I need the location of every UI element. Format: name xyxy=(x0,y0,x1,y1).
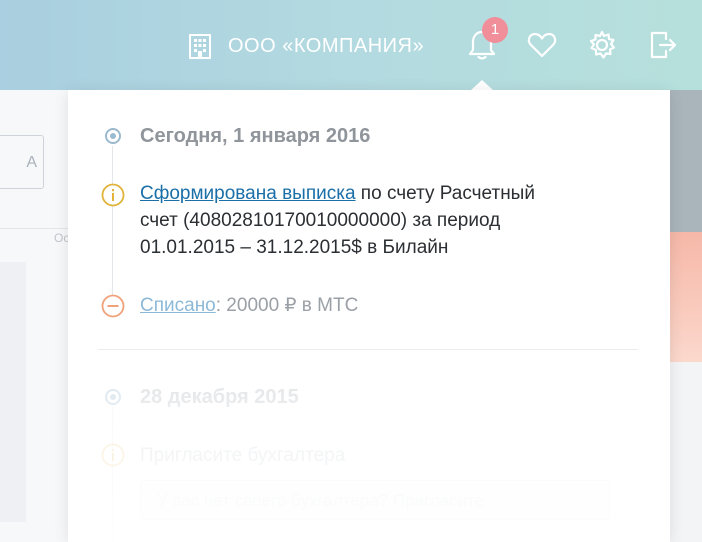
notification-text: по счету Расчетный xyxy=(355,183,535,204)
background-button[interactable]: А xyxy=(0,135,44,189)
notifications-dropdown: Сегодня, 1 января 2016 Сформирована выпи… xyxy=(68,90,670,542)
building-icon xyxy=(189,34,211,59)
notification-count-badge: 1 xyxy=(482,17,508,43)
timeline-line xyxy=(112,407,113,542)
dropdown-caret xyxy=(471,80,493,90)
company-name: ООО «КОМПАНИЯ» xyxy=(228,34,425,57)
info-icon xyxy=(101,443,125,467)
logout-icon[interactable] xyxy=(646,28,678,62)
background-card-accent xyxy=(670,232,702,362)
minus-circle-icon xyxy=(101,294,125,318)
group-divider xyxy=(98,349,638,350)
background-card-bottom xyxy=(670,362,702,542)
info-icon xyxy=(101,183,125,207)
background-divider xyxy=(0,228,70,229)
date-marker-icon xyxy=(105,389,121,405)
gear-icon[interactable] xyxy=(586,28,618,62)
background-strip xyxy=(0,262,26,522)
timeline-line xyxy=(112,146,113,296)
notification-date: Сегодня, 1 января 2016 xyxy=(140,125,371,147)
background-card-top xyxy=(670,90,702,232)
notification-item: Сформирована выписка по счету Расчетный … xyxy=(140,180,620,261)
invite-accountant-box[interactable]: У вас нет своего бухгалтера? Пригласите xyxy=(140,480,610,520)
notification-text: 01.01.2015 – 31.12.2015$ в Билайн xyxy=(140,237,449,258)
statement-link[interactable]: Сформирована выписка xyxy=(140,183,356,204)
date-marker-icon xyxy=(105,128,121,144)
heart-icon[interactable] xyxy=(526,28,558,62)
debit-link[interactable]: Списано xyxy=(140,295,216,316)
notification-text: : 20000 ₽ в МТС xyxy=(215,295,359,316)
notification-date: 28 декабря 2015 xyxy=(140,386,299,408)
notification-text: Пригласите бухгалтера xyxy=(140,445,346,466)
notification-text: счет (40802810170010000000) за период xyxy=(140,210,501,231)
company-selector[interactable]: ООО «КОМПАНИЯ» xyxy=(186,30,424,62)
top-header: ООО «КОМПАНИЯ» 1 xyxy=(0,0,702,90)
notification-item: Списано: 20000 ₽ в МТС xyxy=(140,292,620,319)
